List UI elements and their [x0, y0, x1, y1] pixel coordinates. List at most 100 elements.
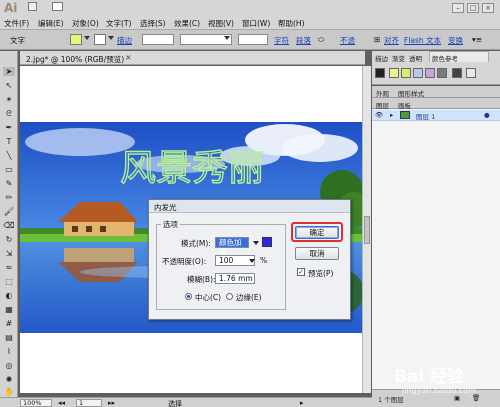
pen-tool-icon[interactable]: ✒ [3, 123, 15, 132]
color-swatch-yellow[interactable] [389, 68, 399, 78]
paintbrush-tool-icon[interactable]: ✎ [3, 179, 15, 188]
shape-builder-tool-icon[interactable]: ◐ [3, 291, 15, 300]
dialog-titlebar[interactable]: 内发光 [149, 200, 350, 213]
close-button[interactable]: × [482, 3, 494, 13]
last-artboard-icon[interactable]: ▸▸ [108, 399, 115, 407]
flash-text-link[interactable]: Flash 文本 [404, 35, 441, 46]
tab-gradient[interactable]: 渐变 [392, 53, 405, 63]
warp-tool-icon[interactable]: ≈ [3, 263, 15, 272]
tab-appearance[interactable]: 外观 [376, 88, 389, 98]
direct-selection-tool-icon[interactable]: ↖ [3, 81, 15, 90]
rotate-tool-icon[interactable]: ↻ [3, 235, 15, 244]
free-transform-tool-icon[interactable]: ⬚ [3, 277, 15, 286]
transform-link[interactable]: 变换 [448, 35, 463, 46]
artboard-number-field[interactable]: 1 [76, 399, 102, 407]
vertical-scrollbar[interactable] [362, 66, 371, 393]
stroke-dropdown-icon[interactable] [108, 36, 114, 40]
arrange-documents-icon[interactable] [52, 2, 63, 11]
color-swatch-purple[interactable] [425, 68, 435, 78]
fill-dropdown-icon[interactable] [84, 36, 90, 40]
align-icon[interactable]: ⊞ [374, 35, 380, 44]
zoom-level-field[interactable]: 100% [20, 399, 52, 407]
rectangle-tool-icon[interactable]: ▭ [3, 165, 15, 174]
eyedropper-tool-icon[interactable]: ⌇ [3, 347, 15, 356]
fill-color-swatch[interactable] [70, 34, 82, 45]
blob-brush-tool-icon[interactable]: 🖌 [3, 207, 15, 216]
tab-transparency[interactable]: 透明 [409, 53, 422, 63]
menu-window[interactable]: 窗口(W) [242, 18, 270, 29]
mesh-tool-icon[interactable]: # [3, 319, 15, 328]
color-swatch-blue[interactable] [413, 68, 423, 78]
color-swatch-dark[interactable] [452, 68, 462, 78]
preview-checkbox[interactable]: ✓ [297, 268, 305, 276]
opacity-dropdown-icon[interactable] [249, 259, 255, 263]
graphic-style-icon[interactable]: ⬭ [318, 35, 324, 45]
layer-name[interactable]: 图层 1 [416, 111, 435, 121]
baidu-watermark: Bai 经验 jingyan.baidu.com [378, 360, 496, 404]
opacity-label: 不透明度(O): [162, 257, 207, 266]
inner-glow-dialog: 内发光 选项 模式(M): 颜色加深 不透明度(O): 100 % 模糊(B):… [148, 199, 351, 320]
cancel-button[interactable]: 取消 [295, 247, 339, 260]
color-swatch-light[interactable] [466, 68, 476, 78]
blend-tool-icon[interactable]: ◎ [3, 361, 15, 370]
stroke-weight-field[interactable] [142, 34, 174, 45]
line-tool-icon[interactable]: ╲ [3, 151, 15, 160]
center-radio[interactable] [185, 293, 192, 300]
align-link[interactable]: 对齐 [384, 35, 399, 46]
vertical-scrollbar-thumb[interactable] [364, 216, 370, 244]
status-menu-icon[interactable]: ▸ [300, 399, 304, 407]
mode-label: 模式(M): [181, 239, 211, 248]
panel-menu-icon[interactable]: ▾≡ [472, 35, 482, 44]
scale-tool-icon[interactable]: ⇲ [3, 249, 15, 258]
tab-color-guide[interactable]: 颜色参考 [432, 53, 458, 63]
bridge-icon[interactable] [28, 2, 37, 11]
eraser-tool-icon[interactable]: ⌫ [3, 221, 15, 230]
stroke-link[interactable]: 描边 [117, 35, 132, 46]
layer-target-icon[interactable]: ● [484, 111, 490, 119]
opacity-link[interactable]: 不透 [340, 35, 355, 46]
mode-select[interactable]: 颜色加深 [215, 237, 249, 256]
tab-graphic-styles[interactable]: 图形样式 [398, 88, 424, 98]
expand-layer-icon[interactable]: ▸ [390, 111, 393, 119]
hand-tool-icon[interactable]: ✋ [3, 387, 15, 396]
edge-radio[interactable] [226, 293, 233, 300]
maximize-button[interactable]: □ [467, 3, 479, 13]
color-swatch-black[interactable] [375, 68, 385, 78]
menu-help[interactable]: 帮助(H) [278, 18, 305, 29]
gradient-tool-icon[interactable]: ▤ [3, 333, 15, 342]
glow-color-swatch[interactable] [262, 237, 272, 247]
paragraph-link[interactable]: 段落 [296, 35, 311, 46]
font-family-dropdown-icon[interactable] [224, 36, 230, 40]
symbol-sprayer-tool-icon[interactable]: ✺ [3, 375, 15, 384]
menu-select[interactable]: 选择(S) [140, 18, 166, 29]
character-link[interactable]: 字符 [274, 35, 289, 46]
mode-dropdown-icon[interactable] [253, 241, 259, 245]
menu-view[interactable]: 视图(V) [208, 18, 234, 29]
first-artboard-icon[interactable]: ◂◂ [58, 399, 65, 407]
color-swatch-gray[interactable] [437, 68, 447, 78]
artwork-title-text[interactable]: 风景秀丽 [119, 147, 264, 189]
visibility-eye-icon[interactable]: 👁 [375, 111, 383, 119]
font-size-field[interactable] [238, 34, 268, 45]
menu-object[interactable]: 对象(O) [72, 18, 99, 29]
pencil-tool-icon[interactable]: ✏ [3, 193, 15, 202]
selection-tool-icon[interactable]: ➤ [3, 67, 15, 76]
ok-button[interactable]: 确定 [295, 226, 339, 239]
document-tab[interactable]: 2.jpg* @ 100% (RGB/预览) × [20, 51, 365, 65]
type-tool-icon[interactable]: T [3, 137, 15, 146]
lasso-tool-icon[interactable]: ᘓ [3, 109, 15, 118]
color-swatch-lime[interactable] [401, 68, 411, 78]
menu-type[interactable]: 文字(T) [106, 18, 131, 29]
menu-edit[interactable]: 编辑(E) [38, 18, 64, 29]
layer-row[interactable]: 👁 ▸ 图层 1 ● [372, 110, 500, 121]
close-document-icon[interactable]: × [125, 53, 132, 62]
stroke-color-swatch[interactable] [94, 34, 106, 45]
magic-wand-tool-icon[interactable]: ✶ [3, 95, 15, 104]
menu-effect[interactable]: 效果(C) [174, 18, 200, 29]
menu-file[interactable]: 文件(F) [4, 18, 29, 29]
perspective-grid-tool-icon[interactable]: ▦ [3, 305, 15, 314]
minimize-button[interactable]: – [452, 3, 464, 13]
tab-stroke[interactable]: 描边 [375, 53, 388, 63]
blur-input[interactable]: 1.76 mm [215, 273, 255, 284]
appearance-panel-header: 外观 图形样式 [372, 86, 500, 98]
